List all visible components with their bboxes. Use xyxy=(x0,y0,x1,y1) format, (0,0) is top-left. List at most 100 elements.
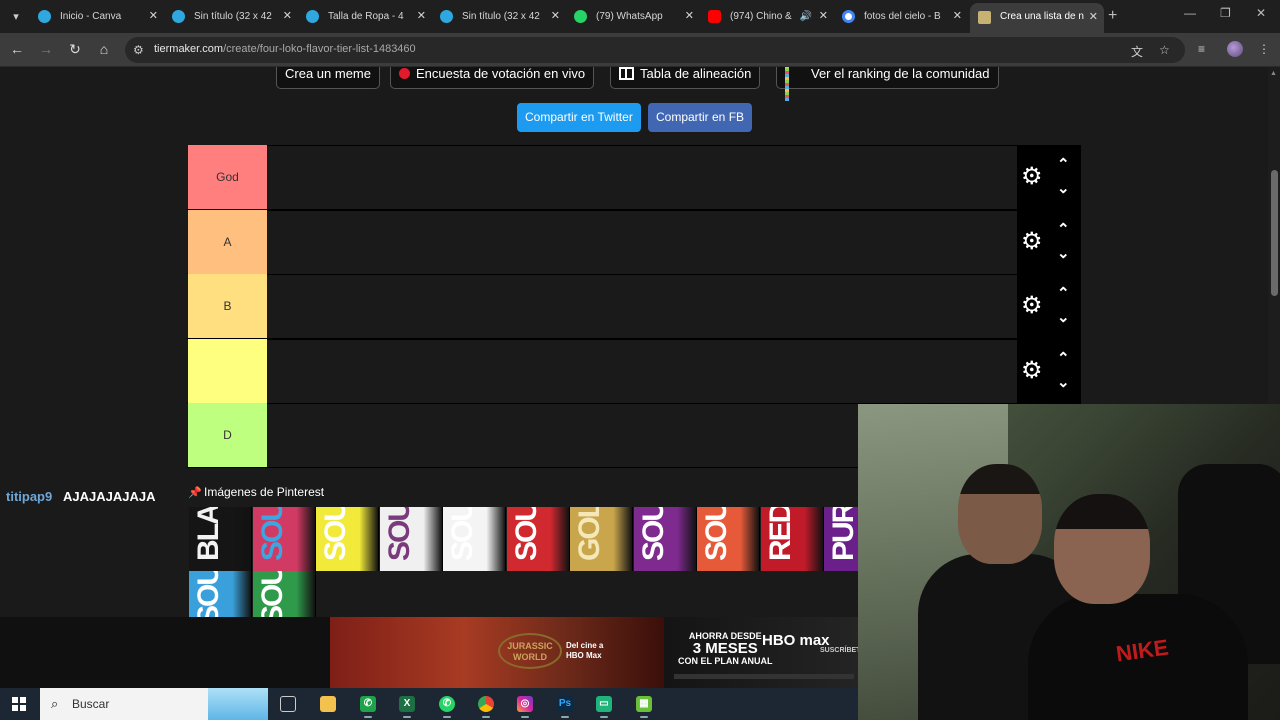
tab-strip: ▾ Inicio - Canva ✕ Sin título (32 x 42 ✕… xyxy=(0,0,1280,33)
gear-icon[interactable]: ⚙ xyxy=(1021,229,1043,254)
tab-5[interactable]: (79) WhatsApp ✕ xyxy=(566,5,700,28)
bookmark-star-icon[interactable]: ☆ xyxy=(1159,43,1170,57)
ad-movie-panel[interactable]: JURASSIC WORLD Del cine a HBO Max xyxy=(330,617,664,688)
tier-drop-zone[interactable] xyxy=(267,338,1017,403)
forward-icon[interactable]: → xyxy=(37,41,55,57)
close-tab-icon[interactable]: ✕ xyxy=(953,5,962,28)
media-control-icon[interactable]: ≡ xyxy=(1198,42,1205,56)
tab-8-active[interactable]: Crea una lista de n ✕ xyxy=(970,3,1104,33)
move-down-icon[interactable]: ⌄ xyxy=(1057,375,1070,390)
move-up-icon[interactable]: ⌃ xyxy=(1057,222,1070,237)
four-loko-can-item[interactable]: SOUR xyxy=(506,507,570,571)
close-window-icon[interactable]: ✕ xyxy=(1256,6,1266,20)
tab-2[interactable]: Sin título (32 x 42 ✕ xyxy=(164,5,298,28)
close-tab-icon[interactable]: ✕ xyxy=(149,5,158,28)
tier-controls: ⚙ ⌃ ⌄ xyxy=(1017,274,1081,339)
live-poll-button[interactable]: Encuesta de votación en vivo xyxy=(390,67,595,89)
tier-label[interactable] xyxy=(188,338,267,403)
tab-3[interactable]: Talla de Ropa - 4 ✕ xyxy=(298,5,432,28)
url-text: tiermaker.com/create/four-loko-flavor-ti… xyxy=(154,43,416,55)
four-loko-can-item[interactable]: SOUR xyxy=(697,507,760,571)
gear-icon[interactable]: ⚙ xyxy=(1021,358,1043,383)
tier-drop-zone[interactable] xyxy=(267,274,1017,338)
app-icon[interactable]: ▭ xyxy=(596,696,612,718)
move-down-icon[interactable]: ⌄ xyxy=(1057,310,1070,325)
four-loko-can-item[interactable]: SOUR xyxy=(443,507,506,571)
four-loko-can-item[interactable]: SOUR xyxy=(633,507,697,571)
close-tab-icon[interactable]: ✕ xyxy=(417,5,426,28)
move-up-icon[interactable]: ⌃ xyxy=(1057,351,1070,366)
pinterest-images-link[interactable]: 📌 Imágenes de Pinterest xyxy=(188,485,324,499)
tier-label[interactable]: God xyxy=(188,145,267,209)
photoshop-icon[interactable]: Ps xyxy=(557,696,573,718)
share-facebook-button[interactable]: Compartir en FB xyxy=(648,103,753,132)
windows-start-icon[interactable] xyxy=(12,697,26,711)
address-bar[interactable]: ⚙ tiermaker.com/create/four-loko-flavor-… xyxy=(125,37,1185,63)
four-loko-can-item[interactable]: SOUR xyxy=(316,507,379,571)
speaker-icon[interactable]: 🔊 xyxy=(800,5,812,28)
webcam-overlay: NIKE xyxy=(858,404,1280,720)
ad-promo-panel[interactable]: AHORRA DESDE 3 MESES CON EL PLAN ANUAL H… xyxy=(664,617,865,688)
new-tab-icon[interactable]: + xyxy=(1108,7,1117,25)
file-explorer-icon[interactable] xyxy=(320,696,336,712)
android-app-icon[interactable]: ▦ xyxy=(636,696,652,718)
translate-icon[interactable]: 文 xyxy=(1131,43,1143,60)
tier-label[interactable]: D xyxy=(188,403,267,467)
four-loko-can-item[interactable]: BLACK xyxy=(189,507,252,571)
scrollbar-thumb[interactable] xyxy=(1271,170,1278,296)
can-text: RED xyxy=(763,507,797,561)
site-info-icon[interactable]: ⚙ xyxy=(133,43,144,57)
gear-icon[interactable]: ⚙ xyxy=(1021,165,1043,189)
move-up-icon[interactable]: ⌃ xyxy=(1057,157,1070,172)
move-up-icon[interactable]: ⌃ xyxy=(1057,286,1070,301)
chrome-icon[interactable] xyxy=(478,696,494,718)
tab-7[interactable]: fotos del cielo - B ✕ xyxy=(834,5,968,28)
profile-avatar[interactable] xyxy=(1227,41,1243,57)
browser-toolbar: ← → ↻ ⌂ ⚙ tiermaker.com/create/four-loko… xyxy=(0,33,1280,67)
tab-search-dropdown-icon[interactable]: ▾ xyxy=(6,7,26,27)
gear-icon[interactable]: ⚙ xyxy=(1021,294,1043,318)
move-down-icon[interactable]: ⌄ xyxy=(1057,181,1070,196)
taskbar-search-box[interactable]: ⌕ Buscar xyxy=(40,688,268,720)
url-domain: tiermaker.com xyxy=(154,43,224,55)
phone-link-icon[interactable]: ✆ xyxy=(360,696,376,718)
advertisement-banner[interactable]: JURASSIC WORLD Del cine a HBO Max AHORRA … xyxy=(0,617,865,688)
tier-label[interactable]: B xyxy=(188,274,267,338)
create-meme-button[interactable]: Crea un meme xyxy=(276,67,380,89)
close-tab-icon[interactable]: ✕ xyxy=(685,5,694,28)
tab-title: (79) WhatsApp xyxy=(596,11,663,22)
four-loko-can-item[interactable]: SOUR xyxy=(252,507,316,571)
home-icon[interactable]: ⌂ xyxy=(95,41,113,57)
tier-drop-zone[interactable] xyxy=(267,209,1017,274)
close-tab-icon[interactable]: ✕ xyxy=(551,5,560,28)
tab-1[interactable]: Inicio - Canva ✕ xyxy=(30,5,164,28)
community-ranking-button[interactable]: Ver el ranking de la comunidad xyxy=(776,67,999,102)
tier-controls: ⚙ ⌃ ⌄ xyxy=(1017,145,1081,210)
restore-icon[interactable]: ❐ xyxy=(1220,6,1231,20)
instagram-icon[interactable]: ◎ xyxy=(517,696,533,718)
browser-menu-icon[interactable]: ⋮ xyxy=(1258,42,1270,56)
tier-label[interactable]: A xyxy=(188,209,267,274)
reload-icon[interactable]: ↻ xyxy=(66,41,84,58)
four-loko-can-item[interactable]: RED xyxy=(760,507,824,571)
alignment-chart-button[interactable]: Tabla de alineación xyxy=(610,67,761,89)
minimize-icon[interactable]: — xyxy=(1184,6,1196,20)
tier-drop-zone[interactable] xyxy=(267,145,1017,209)
task-view-icon[interactable] xyxy=(280,696,296,712)
excel-icon[interactable]: X xyxy=(399,696,415,718)
canva-icon xyxy=(440,10,453,23)
four-loko-can-item[interactable]: SOUR xyxy=(379,507,443,571)
tab-4[interactable]: Sin título (32 x 42 ✕ xyxy=(432,5,566,28)
close-tab-icon[interactable]: ✕ xyxy=(1089,3,1098,31)
share-twitter-button[interactable]: Compartir en Twitter xyxy=(517,103,641,132)
close-tab-icon[interactable]: ✕ xyxy=(819,5,828,28)
four-loko-can-item[interactable]: GOLD xyxy=(570,507,633,571)
ad-promo-text: AHORRA DESDE 3 MESES CON EL PLAN ANUAL xyxy=(678,631,773,666)
tab-6[interactable]: (974) Chino & 🔊 ✕ xyxy=(700,5,834,28)
chat-username: titipap9 xyxy=(6,489,53,504)
move-down-icon[interactable]: ⌄ xyxy=(1057,246,1070,261)
scroll-up-icon[interactable]: ▲ xyxy=(1270,70,1277,77)
whatsapp-taskbar-icon[interactable]: ✆ xyxy=(439,696,455,718)
back-icon[interactable]: ← xyxy=(8,41,26,57)
close-tab-icon[interactable]: ✕ xyxy=(283,5,292,28)
